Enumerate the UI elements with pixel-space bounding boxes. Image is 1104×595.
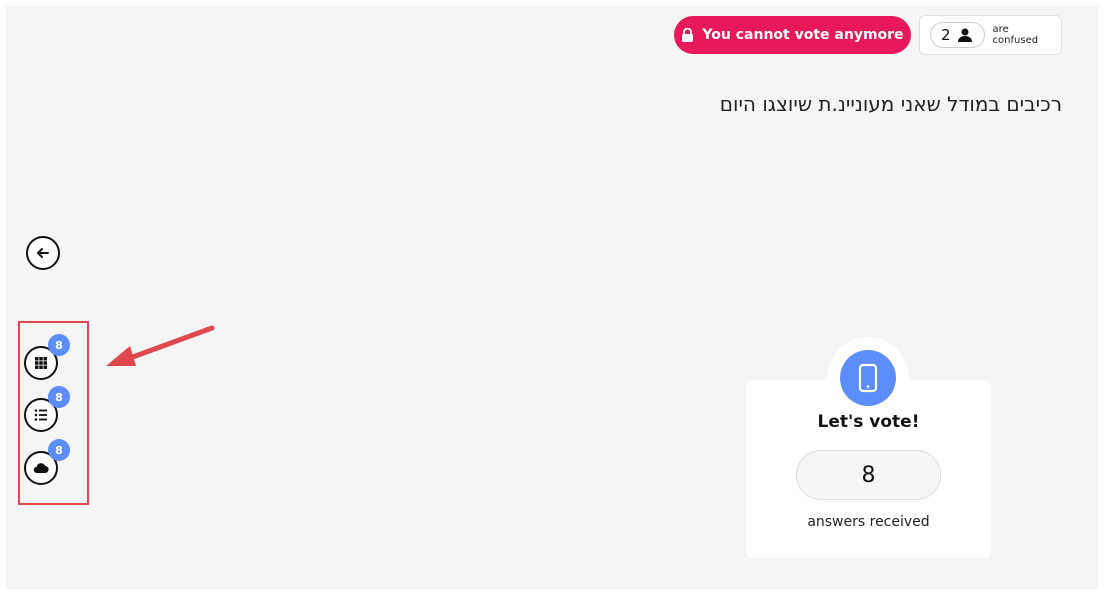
- lock-icon: [682, 28, 694, 42]
- vote-locked-badge: You cannot vote anymore: [674, 16, 911, 54]
- vote-locked-label: You cannot vote anymore: [702, 27, 904, 43]
- smartphone-icon: [858, 363, 878, 393]
- list-view-button[interactable]: 8: [24, 386, 70, 432]
- arrow-left-icon: [37, 248, 49, 258]
- confused-label: are confused: [992, 24, 1039, 46]
- answers-label: answers received: [807, 514, 930, 530]
- annotation-arrow-icon: [106, 325, 215, 366]
- grid-view-badge: 8: [48, 334, 70, 356]
- grid-view-button[interactable]: 8: [24, 334, 70, 380]
- list-view-badge: 8: [48, 386, 70, 408]
- word-cloud-button[interactable]: 8: [24, 439, 70, 485]
- user-icon: [957, 28, 972, 42]
- cloud-icon: [33, 463, 49, 474]
- question-text: רכיבים במודל שאני מעוניינ.ת שיוצגו היום: [719, 92, 1062, 116]
- confused-count-pill[interactable]: 2: [930, 22, 985, 48]
- vote-icon-circle: [840, 350, 896, 406]
- confused-count: 2: [941, 26, 951, 44]
- confused-indicator[interactable]: 2 are confused: [919, 15, 1062, 55]
- back-button[interactable]: [26, 236, 60, 270]
- vote-title: Let's vote!: [817, 412, 920, 432]
- word-cloud-badge: 8: [48, 439, 70, 461]
- list-icon: [34, 409, 47, 421]
- vote-icon-halo: [827, 337, 909, 419]
- grid-icon: [35, 357, 47, 369]
- answers-count: 8: [796, 450, 941, 500]
